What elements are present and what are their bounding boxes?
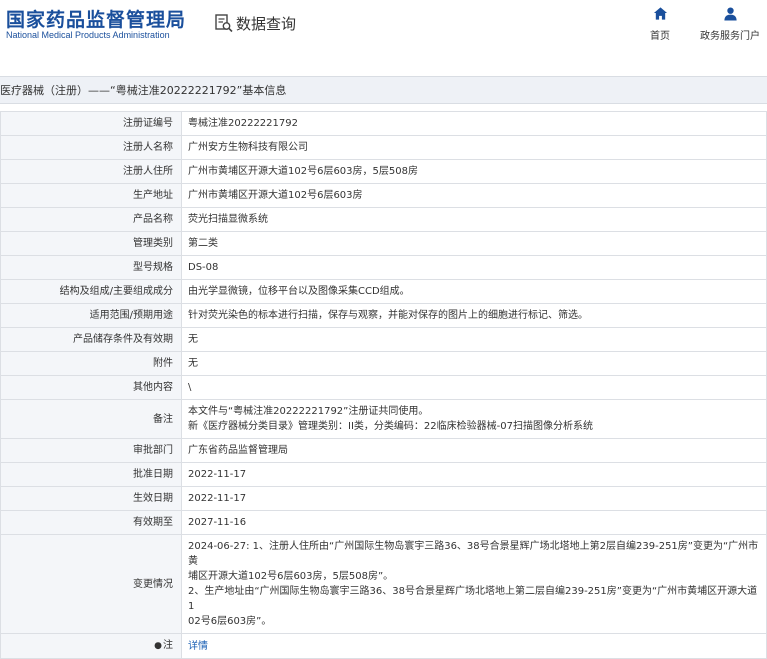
row-label: 型号规格 (0, 255, 182, 280)
row-label: 注册人名称 (0, 135, 182, 160)
table-row: 其他内容 \ (0, 375, 767, 400)
row-value: 本文件与“粤械注准20222221792”注册证共同使用。 新《医疗器械分类目录… (181, 399, 767, 439)
row-label: 结构及组成/主要组成成分 (0, 279, 182, 304)
table-row: 注册人住所 广州市黄埔区开源大道102号6层603房，5层508房 (0, 159, 767, 184)
row-label: 变更情况 (0, 534, 182, 634)
user-icon (723, 7, 737, 21)
row-label: 适用范围/预期用途 (0, 303, 182, 328)
row-value: 2022-11-17 (181, 486, 767, 511)
row-value: 2027-11-16 (181, 510, 767, 535)
row-label: 注册人住所 (0, 159, 182, 184)
row-label: 附件 (0, 351, 182, 376)
row-label: 有效期至 (0, 510, 182, 535)
site-logo-en: National Medical Products Administration (6, 30, 170, 40)
row-label: 产品名称 (0, 207, 182, 232)
table-row: 审批部门 广东省药品监督管理局 (0, 438, 767, 463)
row-value: DS-08 (181, 255, 767, 280)
row-value: 广州市黄埔区开源大道102号6层603房，5层508房 (181, 159, 767, 184)
row-value: 无 (181, 351, 767, 376)
row-label: 其他内容 (0, 375, 182, 400)
table-row: 附件 无 (0, 351, 767, 376)
table-row: 结构及组成/主要组成成分 由光学显微镜，位移平台以及图像采集CCD组成。 (0, 279, 767, 304)
row-value: 广州市黄埔区开源大道102号6层603房 (181, 183, 767, 208)
registration-info-table: 注册证编号 粤械注准20222221792 注册人名称 广州安方生物科技有限公司… (0, 111, 767, 659)
row-label: 备注 (0, 399, 182, 439)
change-line: 2024-06-27: 1、注册人住所由“广州国际生物岛寰宇三路36、38号合景… (188, 541, 759, 567)
nav-home[interactable]: 首页 (642, 6, 678, 42)
row-value: 广州安方生物科技有限公司 (181, 135, 767, 160)
nav-service-portal[interactable]: 政务服务门户 (698, 6, 762, 42)
change-line: 埔区开源大道102号6层603房，5层508房”。 (188, 571, 394, 582)
change-line: 2、生产地址由“广州国际生物岛寰宇三路36、38号合景星辉广场北塔地上第二层自编… (188, 586, 758, 612)
remark-line: 本文件与“粤械注准20222221792”注册证共同使用。 (188, 406, 429, 417)
site-logo-cn[interactable]: 国家药品监督管理局 (6, 5, 186, 32)
row-value: 针对荧光染色的标本进行扫描，保存与观察，并能对保存的图片上的细胞进行标记、筛选。 (181, 303, 767, 328)
row-label: 生产地址 (0, 183, 182, 208)
table-row: 批准日期 2022-11-17 (0, 462, 767, 487)
remark-line: 新《医疗器械分类目录》管理类别：II类，分类编码：22临床检验器械-07扫描图像… (188, 421, 593, 432)
row-value: 无 (181, 327, 767, 352)
nav-portal-label: 政务服务门户 (700, 31, 760, 42)
table-row: 有效期至 2027-11-16 (0, 510, 767, 535)
row-value: 第二类 (181, 231, 767, 256)
change-line: 02号6层603房”。 (188, 616, 272, 627)
record-title: 医疗器械（注册）——“粤械注准20222221792”基本信息 (0, 84, 287, 97)
table-row: 产品名称 荧光扫描显微系统 (0, 207, 767, 232)
pin-icon: ● (154, 641, 162, 651)
row-label: 注册证编号 (0, 111, 182, 136)
table-row: 管理类别 第二类 (0, 231, 767, 256)
row-value: 广东省药品监督管理局 (181, 438, 767, 463)
table-row: 生产地址 广州市黄埔区开源大道102号6层603房 (0, 183, 767, 208)
details-link[interactable]: 详情 (188, 641, 208, 652)
row-label: 审批部门 (0, 438, 182, 463)
table-row: 注册人名称 广州安方生物科技有限公司 (0, 135, 767, 160)
table-row: 适用范围/预期用途 针对荧光染色的标本进行扫描，保存与观察，并能对保存的图片上的… (0, 303, 767, 328)
table-row: 备注 本文件与“粤械注准20222221792”注册证共同使用。 新《医疗器械分… (0, 399, 767, 439)
document-search-icon (215, 14, 233, 33)
data-query-label: 数据查询 (236, 14, 297, 33)
data-query-title: 数据查询 (214, 12, 296, 34)
nav-home-label: 首页 (650, 31, 670, 42)
home-icon (653, 7, 667, 20)
record-title-bar: 医疗器械（注册）——“粤械注准20222221792”基本信息 (0, 76, 767, 104)
row-value: 2024-06-27: 1、注册人住所由“广州国际生物岛寰宇三路36、38号合景… (181, 534, 767, 634)
table-row: 产品储存条件及有效期 无 (0, 327, 767, 352)
row-value: 粤械注准20222221792 (181, 111, 767, 136)
site-header: 国家药品监督管理局 National Medical Products Admi… (0, 0, 767, 62)
note-label: 注 (163, 640, 173, 651)
row-label: 批准日期 (0, 462, 182, 487)
row-label: 产品储存条件及有效期 (0, 327, 182, 352)
row-value: 2022-11-17 (181, 462, 767, 487)
row-value: \ (181, 375, 767, 400)
table-row: 生效日期 2022-11-17 (0, 486, 767, 511)
row-value: 荧光扫描显微系统 (181, 207, 767, 232)
row-label: 管理类别 (0, 231, 182, 256)
row-label: 生效日期 (0, 486, 182, 511)
table-row: 型号规格 DS-08 (0, 255, 767, 280)
table-row: 注册证编号 粤械注准20222221792 (0, 111, 767, 136)
row-value: 由光学显微镜，位移平台以及图像采集CCD组成。 (181, 279, 767, 304)
table-row: 变更情况 2024-06-27: 1、注册人住所由“广州国际生物岛寰宇三路36、… (0, 534, 767, 634)
